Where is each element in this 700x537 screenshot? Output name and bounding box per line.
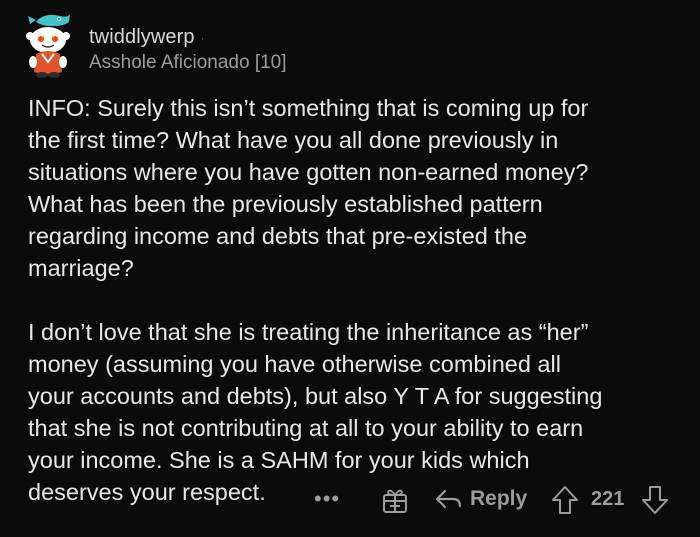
reply-button[interactable]: Reply xyxy=(434,483,527,515)
downvote-arrow-icon xyxy=(642,486,668,514)
gift-award-icon xyxy=(383,489,407,513)
user-flair: Asshole Aficionado [10] xyxy=(89,52,287,73)
downvote-button[interactable] xyxy=(641,485,669,520)
upvote-arrow-icon xyxy=(552,486,578,514)
comment-body: INFO: Surely this isn’t something that i… xyxy=(28,92,688,508)
reply-label: Reply xyxy=(470,487,528,510)
separator-dot: · xyxy=(200,30,205,45)
vote-score: 221 xyxy=(591,488,625,510)
user-avatar[interactable] xyxy=(14,8,78,80)
upvote-button[interactable] xyxy=(551,485,579,520)
comment-card: twiddlywerp · Asshole Aficionado [10] INF… xyxy=(0,0,700,537)
award-button[interactable] xyxy=(382,486,408,514)
snoo-avatar-icon xyxy=(26,14,70,78)
more-options-button[interactable]: ••• xyxy=(314,484,340,514)
username[interactable]: twiddlywerp xyxy=(89,26,195,48)
reply-arrow-icon xyxy=(435,489,462,509)
comment-paragraph-1: INFO: Surely this isn’t something that i… xyxy=(28,95,589,281)
username-row[interactable]: twiddlywerp · xyxy=(89,26,205,49)
comment-action-bar: ••• Reply 221 xyxy=(0,480,700,520)
